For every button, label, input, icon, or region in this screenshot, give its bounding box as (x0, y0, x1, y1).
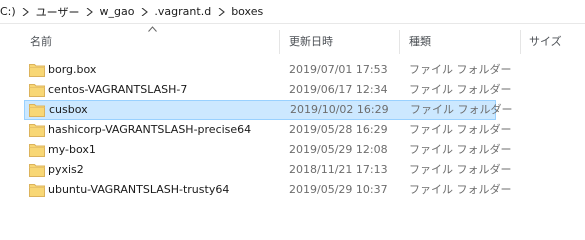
file-row[interactable]: my-box1 2019/05/29 12:08 ファイル フォルダー (24, 140, 512, 160)
file-name: my-box1 (48, 143, 96, 156)
file-date: 2019/06/17 12:34 (289, 83, 388, 96)
folder-icon (29, 64, 45, 77)
breadcrumb-item-user[interactable]: w_gao (97, 0, 136, 24)
file-type: ファイル フォルダー (410, 103, 513, 116)
file-type: ファイル フォルダー (409, 143, 512, 156)
file-row[interactable]: ubuntu-VAGRANTSLASH-trusty64 2019/05/29 … (24, 180, 512, 200)
file-row[interactable]: centos-VAGRANTSLASH-7 2019/06/17 12:34 フ… (24, 80, 512, 100)
column-size-label: サイズ (529, 35, 562, 48)
folder-icon (29, 104, 45, 117)
folder-icon (29, 144, 45, 157)
file-name: ubuntu-VAGRANTSLASH-trusty64 (48, 183, 230, 196)
file-name: centos-VAGRANTSLASH-7 (48, 83, 188, 96)
file-type: ファイル フォルダー (409, 83, 512, 96)
column-header: 名前 更新日時 種類 サイズ (0, 24, 585, 58)
column-date-label: 更新日時 (289, 35, 333, 48)
file-date: 2018/11/21 17:13 (289, 163, 388, 176)
column-type[interactable]: 種類 (403, 24, 518, 58)
breadcrumb-item-users[interactable]: ユーザー (34, 0, 82, 24)
breadcrumb-item-drive[interactable]: C:) (0, 0, 18, 24)
column-divider[interactable] (520, 30, 521, 54)
file-row[interactable]: pyxis2 2018/11/21 17:13 ファイル フォルダー (24, 160, 512, 180)
column-divider[interactable] (399, 30, 400, 54)
file-date: 2019/10/02 16:29 (290, 103, 389, 116)
file-type: ファイル フォルダー (409, 123, 512, 136)
file-date: 2019/05/29 12:08 (289, 143, 388, 156)
file-row[interactable]: borg.box 2019/07/01 17:53 ファイル フォルダー (24, 60, 512, 80)
file-date: 2019/05/29 10:37 (289, 183, 388, 196)
chevron-right-icon[interactable] (136, 0, 152, 24)
column-divider[interactable] (279, 30, 280, 54)
column-date[interactable]: 更新日時 (283, 24, 398, 58)
column-size[interactable]: サイズ (523, 24, 585, 58)
file-type: ファイル フォルダー (409, 63, 512, 76)
breadcrumb-item-vagrant[interactable]: .vagrant.d (152, 0, 213, 24)
column-type-label: 種類 (409, 35, 431, 48)
folder-icon (29, 164, 45, 177)
column-name-label: 名前 (30, 35, 52, 48)
file-type: ファイル フォルダー (409, 163, 512, 176)
file-name: hashicorp-VAGRANTSLASH-precise64 (48, 123, 252, 136)
address-breadcrumb: C:) ユーザー w_gao .vagrant.d boxes (0, 0, 585, 24)
file-date: 2019/05/28 16:29 (289, 123, 388, 136)
file-row-selected[interactable]: cusbox 2019/10/02 16:29 ファイル フォルダー (24, 100, 513, 120)
chevron-right-icon[interactable] (81, 0, 97, 24)
chevron-right-icon[interactable] (213, 0, 229, 24)
folder-icon (29, 84, 45, 97)
file-date: 2019/07/01 17:53 (289, 63, 388, 76)
file-name: cusbox (49, 103, 88, 116)
breadcrumb-item-boxes[interactable]: boxes (229, 0, 265, 24)
folder-icon (29, 184, 45, 197)
file-name: borg.box (48, 63, 97, 76)
file-type: ファイル フォルダー (409, 183, 512, 196)
chevron-right-icon[interactable] (18, 0, 34, 24)
file-name: pyxis2 (48, 163, 84, 176)
folder-icon (29, 124, 45, 137)
column-name[interactable]: 名前 (24, 24, 278, 58)
file-row[interactable]: hashicorp-VAGRANTSLASH-precise64 2019/05… (24, 120, 512, 140)
